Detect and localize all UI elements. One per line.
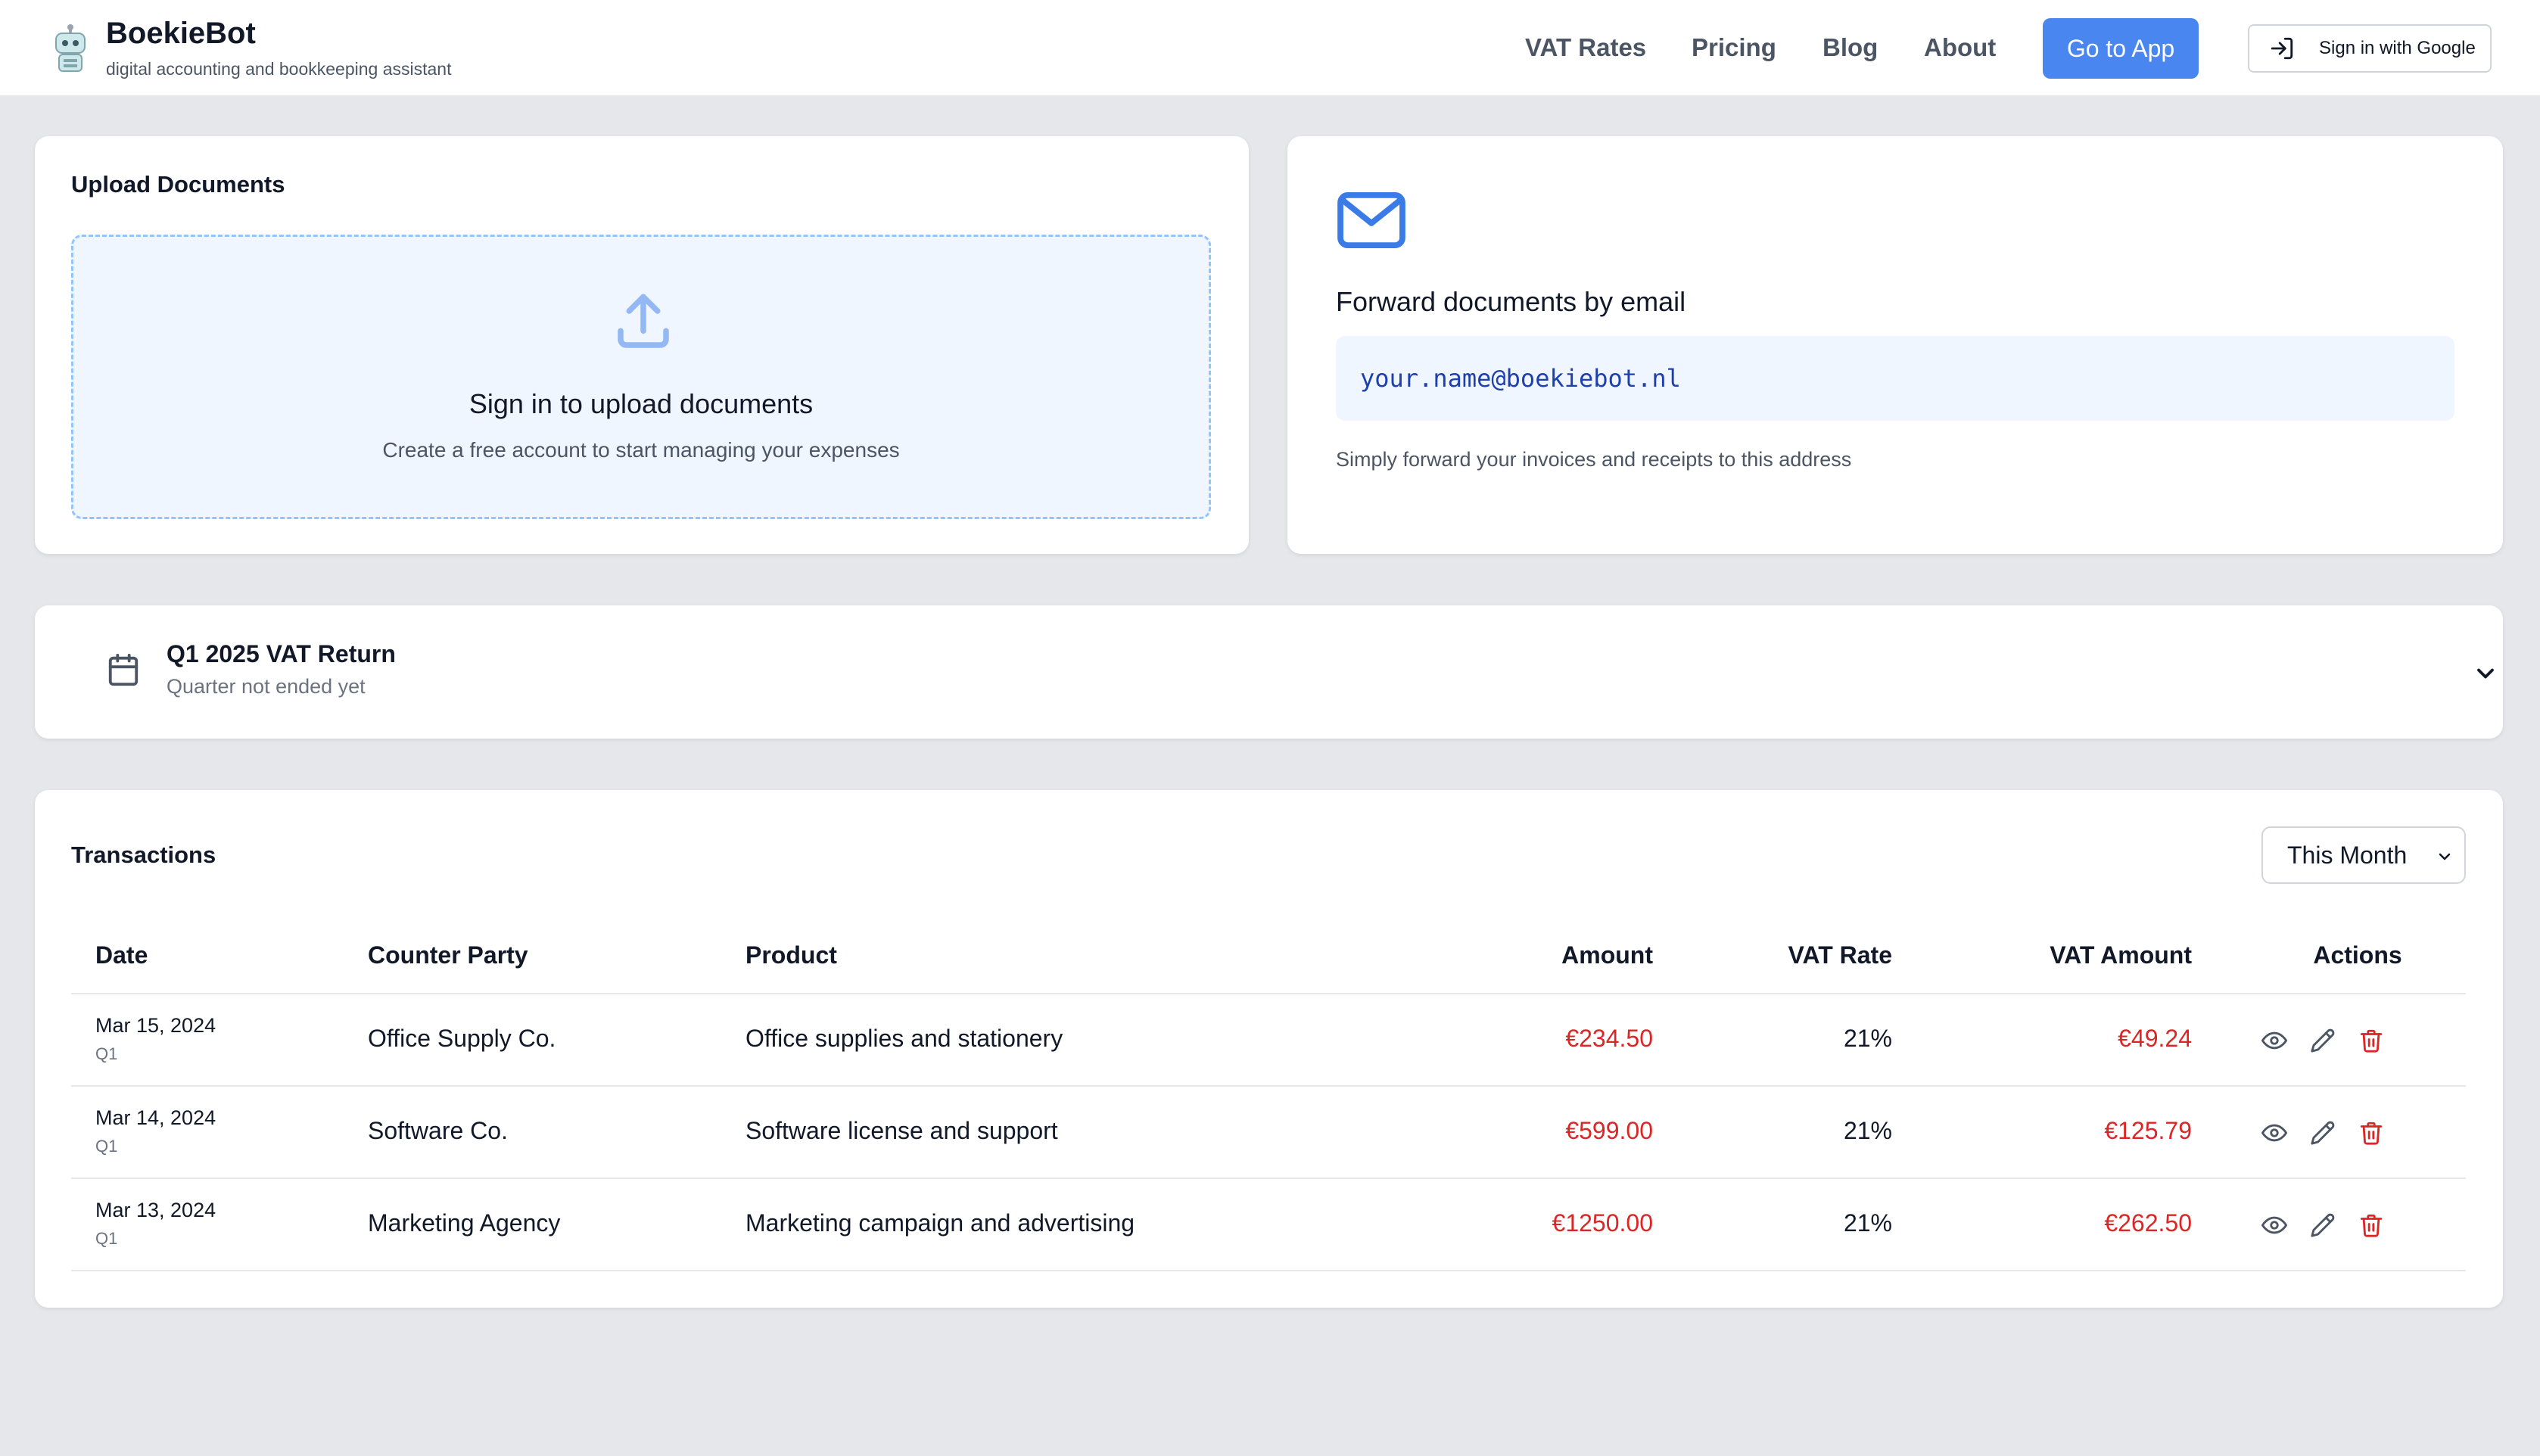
row-divider [71, 1085, 2466, 1087]
row-product: Marketing campaign and advertising [746, 1209, 1135, 1237]
upload-subtext: Create a free account to start managing … [382, 438, 900, 462]
row-amount: €234.50 [1565, 1025, 1653, 1052]
vat-return-card[interactable]: Q1 2025 VAT Return Quarter not ended yet [35, 605, 2503, 739]
sign-in-icon [2271, 37, 2293, 60]
row-vat-rate: 21% [1843, 1025, 1892, 1052]
row-vat-rate: 21% [1843, 1117, 1892, 1144]
column-header-counter-party: Counter Party [368, 941, 528, 969]
column-header-vat-amount: VAT Amount [2050, 941, 2192, 969]
delete-icon[interactable] [2358, 1028, 2384, 1053]
row-product: Software license and support [746, 1117, 1058, 1144]
row-amount: €599.00 [1565, 1117, 1653, 1144]
period-select-value: This Month [2287, 841, 2408, 869]
brand-subtitle: digital accounting and bookkeeping assis… [106, 59, 452, 79]
column-header-actions: Actions [2313, 941, 2402, 969]
row-divider [71, 1270, 2466, 1271]
sign-in-google-button[interactable]: Sign in with Google [2248, 24, 2492, 73]
top-nav: BoekieBot digital accounting and bookkee… [0, 0, 2540, 97]
column-header-vat-rate: VAT Rate [1788, 941, 1893, 969]
chevron-down-icon [2439, 853, 2451, 860]
upload-icon [618, 294, 669, 348]
upload-heading: Sign in to upload documents [468, 388, 814, 419]
period-select[interactable]: This Month [2261, 826, 2466, 884]
brand-title[interactable]: BoekieBot [106, 17, 256, 51]
view-icon[interactable] [2261, 1028, 2287, 1053]
transactions-title: Transactions [71, 842, 216, 868]
edit-icon[interactable] [2310, 1120, 2336, 1146]
column-header-product: Product [746, 941, 837, 969]
nav-pricing[interactable]: Pricing [1692, 33, 1776, 62]
row-amount: €1250.00 [1552, 1209, 1653, 1237]
row-vat-amount: €49.24 [2118, 1025, 2192, 1052]
upload-card-title: Upload Documents [71, 171, 285, 198]
row-vat-amount: €262.50 [2104, 1209, 2192, 1237]
row-date: Mar 15, 2024 [95, 1014, 216, 1037]
chevron-down-icon[interactable] [2472, 660, 2499, 687]
row-quarter: Q1 [95, 1229, 118, 1248]
row-divider [71, 1178, 2466, 1179]
row-vat-rate: 21% [1843, 1209, 1892, 1237]
nav-vat-rates[interactable]: VAT Rates [1525, 33, 1646, 62]
delete-icon[interactable] [2358, 1120, 2384, 1146]
row-date: Mar 13, 2024 [95, 1199, 216, 1221]
view-icon[interactable] [2261, 1120, 2287, 1146]
sign-in-google-label: Sign in with Google [2319, 38, 2476, 58]
row-divider [71, 993, 2466, 994]
edit-icon[interactable] [2310, 1212, 2336, 1238]
nav-about[interactable]: About [1924, 33, 1996, 62]
row-counter-party: Software Co. [368, 1117, 508, 1144]
vat-return-title: Q1 2025 VAT Return [167, 640, 396, 667]
row-quarter: Q1 [95, 1044, 118, 1063]
delete-icon[interactable] [2358, 1212, 2384, 1238]
nav-blog[interactable]: Blog [1823, 33, 1878, 62]
email-forward-subtext: Simply forward your invoices and receipt… [1336, 448, 1852, 471]
edit-icon[interactable] [2310, 1028, 2336, 1053]
row-counter-party: Marketing Agency [368, 1209, 561, 1237]
row-counter-party: Office Supply Co. [368, 1025, 556, 1052]
vat-return-status: Quarter not ended yet [167, 675, 366, 698]
mail-icon [1337, 191, 1405, 249]
row-date: Mar 14, 2024 [95, 1106, 216, 1129]
upload-dropzone[interactable]: Sign in to upload documents Create a fre… [71, 235, 1211, 519]
email-forward-title: Forward documents by email [1336, 286, 1686, 317]
email-forward-card: Forward documents by email your.name@boe… [1287, 136, 2503, 554]
go-to-app-label: Go to App [2066, 34, 2175, 62]
go-to-app-button[interactable]: Go to App [2043, 18, 2199, 79]
upload-card: Upload Documents Sign in to upload docum… [35, 136, 1249, 554]
row-quarter: Q1 [95, 1137, 118, 1156]
forward-email-address[interactable]: your.name@boekiebot.nl [1336, 336, 2454, 421]
column-header-date: Date [95, 941, 148, 969]
row-product: Office supplies and stationery [746, 1025, 1063, 1052]
row-vat-amount: €125.79 [2104, 1117, 2192, 1144]
column-header-amount: Amount [1561, 941, 1653, 969]
transactions-card: Transactions This Month Date Counter Par… [35, 790, 2503, 1308]
robot-logo-icon[interactable] [50, 23, 91, 74]
view-icon[interactable] [2261, 1212, 2287, 1238]
calendar-icon [108, 653, 139, 686]
